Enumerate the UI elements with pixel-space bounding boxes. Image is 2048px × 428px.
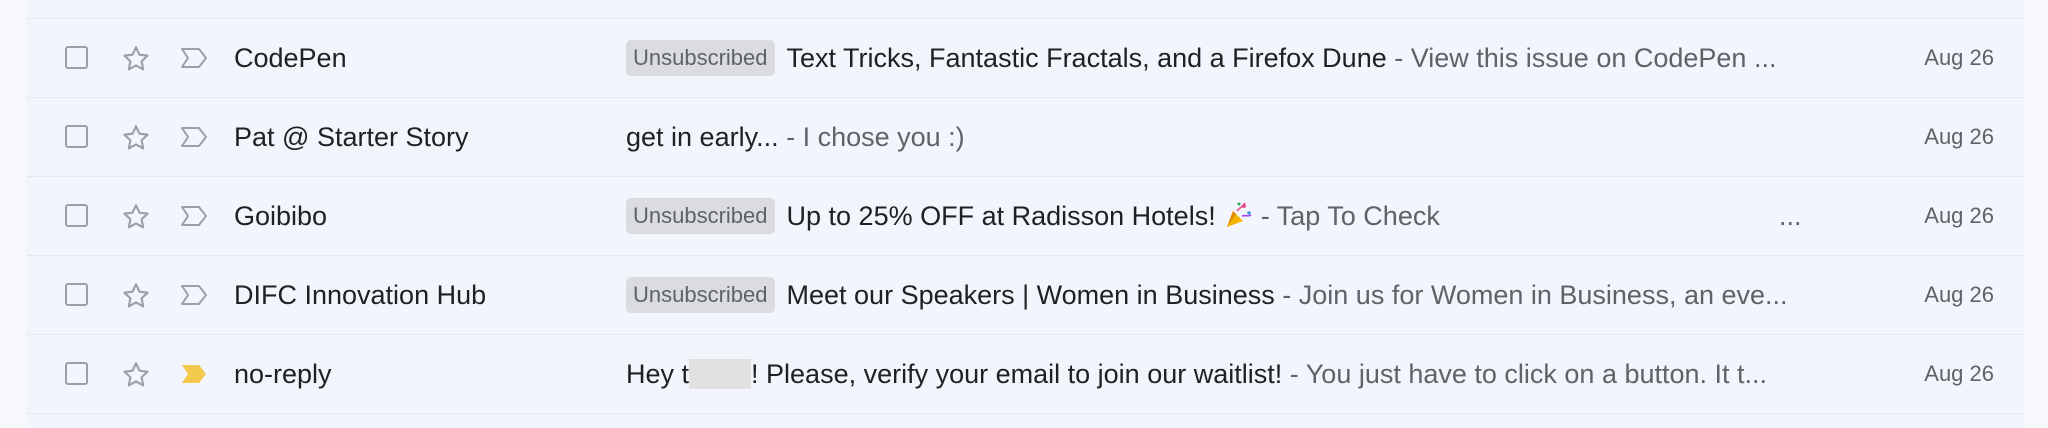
email-content: get in early... - I chose you :) (626, 98, 1836, 176)
email-date: Aug 26 (1924, 124, 1994, 149)
select-checkbox[interactable] (65, 125, 88, 148)
email-date: Aug 26 (1924, 361, 1994, 386)
email-subject: Up to 25% OFF at Radisson Hotels! (786, 201, 1216, 231)
select-checkbox[interactable] (65, 46, 88, 69)
email-snippet: - View this issue on CodePen ... (1394, 43, 1777, 73)
email-snippet: - Tap To Check (1260, 201, 1440, 231)
email-row[interactable]: Pat @ Starter Story get in early... - I … (27, 98, 2024, 177)
select-checkbox[interactable] (65, 283, 88, 306)
email-snippet: - I chose you :) (786, 122, 965, 152)
email-subject: Meet our Speakers | Women in Business (786, 280, 1275, 310)
email-row[interactable]: CodePen Unsubscribed Text Tricks, Fantast… (27, 19, 2024, 98)
email-content: Hey t ! Please, verify your email to join… (626, 335, 1836, 413)
sender-name: Goibibo (234, 201, 328, 231)
email-content: Unsubscribed Meet our Speakers | Women in… (626, 256, 1836, 334)
important-marker-icon[interactable] (179, 46, 209, 70)
star-icon[interactable] (120, 280, 152, 312)
email-date: Aug 26 (1924, 282, 1994, 307)
star-icon[interactable] (120, 43, 152, 75)
email-row[interactable]: no-reply Hey t ! Please, verify your emai… (27, 335, 2024, 414)
list-top-edge (27, 0, 2024, 19)
important-marker-icon[interactable] (179, 204, 209, 228)
email-content: Unsubscribed Up to 25% OFF at Radisson Ho… (626, 177, 1836, 255)
email-subject-part2: ! Please, verify your email to join our … (751, 359, 1283, 389)
important-marker-icon[interactable] (179, 283, 209, 307)
email-date: Aug 26 (1924, 203, 1994, 228)
email-subject-part1: Hey t (626, 359, 690, 389)
sender-name: CodePen (234, 43, 347, 73)
sender-name: no-reply (234, 359, 332, 389)
star-icon[interactable] (120, 122, 152, 154)
select-checkbox[interactable] (65, 204, 88, 227)
email-snippet: - Join us for Women in Business, an eve.… (1282, 280, 1788, 310)
email-row[interactable]: Goibibo Unsubscribed Up to 25% OFF at Rad… (27, 177, 2024, 256)
unsubscribed-badge: Unsubscribed (626, 197, 775, 234)
important-marker-icon[interactable] (179, 125, 209, 149)
email-row[interactable]: DIFC Innovation Hub Unsubscribed Meet our… (27, 256, 2024, 335)
sender-name: Pat @ Starter Story (234, 122, 469, 152)
star-icon[interactable] (120, 201, 152, 233)
email-list: CodePen Unsubscribed Text Tricks, Fantast… (27, 0, 2024, 428)
redacted-name (689, 358, 752, 389)
sender-name: DIFC Innovation Hub (234, 280, 487, 310)
email-subject: get in early... (626, 122, 779, 152)
star-icon[interactable] (120, 359, 152, 391)
email-content: Unsubscribed Text Tricks, Fantastic Fract… (626, 19, 1836, 97)
email-subject: Text Tricks, Fantastic Fractals, and a F… (786, 43, 1387, 73)
select-checkbox[interactable] (65, 362, 88, 385)
email-snippet: - You just have to click on a button. It… (1289, 359, 1768, 389)
unsubscribed-badge: Unsubscribed (626, 39, 775, 76)
snippet-ellipsis: ... (1779, 201, 1802, 231)
unsubscribed-badge: Unsubscribed (626, 276, 775, 313)
party-popper-icon (1227, 202, 1252, 227)
email-date: Aug 26 (1924, 45, 1994, 70)
important-marker-icon[interactable] (179, 362, 209, 386)
